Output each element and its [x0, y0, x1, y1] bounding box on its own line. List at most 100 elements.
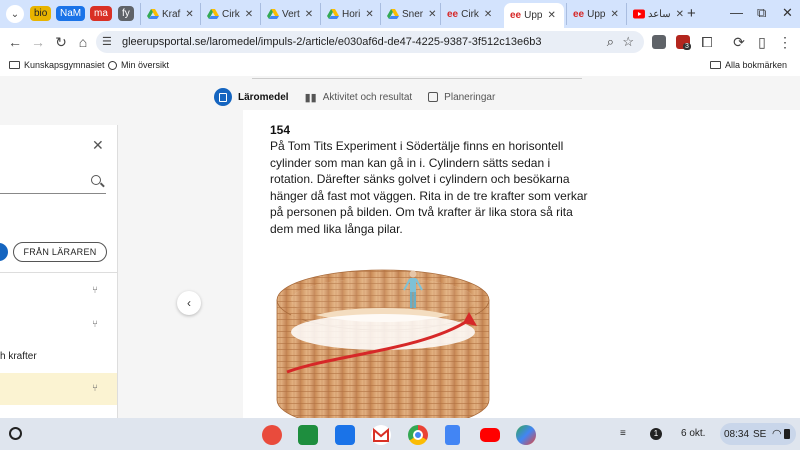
date-label[interactable]: 6 okt.	[681, 428, 705, 439]
side-panel-icon[interactable]: ▯	[754, 34, 770, 51]
tab-group-fy[interactable]: fy	[118, 6, 134, 21]
tab-upp[interactable]: ee Upp ✕	[566, 3, 626, 25]
bookmark-min-oversikt[interactable]: Min översikt	[108, 60, 169, 70]
rotating-cylinder-illustration	[276, 269, 490, 418]
tab-group-bio[interactable]: bio	[30, 6, 52, 21]
close-icon[interactable]: ✕	[428, 9, 436, 20]
tab-vert[interactable]: Vert ✕	[260, 3, 320, 25]
address-bar[interactable]: ☰ gleerupsportal.se/laromedel/impuls-2/a…	[96, 31, 644, 53]
bookmark-label: Alla bokmärken	[725, 60, 788, 70]
close-window-icon[interactable]: ✕	[782, 5, 793, 21]
bookmark-kunskapsgymnasiet[interactable]: Kunskapsgymnasiet	[9, 60, 105, 70]
from-teacher-chip[interactable]: FRÅN LÄRAREN	[13, 242, 107, 262]
tab-title: Sner	[402, 8, 424, 20]
branch-icon[interactable]: ⑂	[92, 285, 98, 296]
gmail-icon[interactable]	[371, 425, 391, 445]
drive-icon	[267, 9, 279, 19]
new-tab-button[interactable]: +	[687, 5, 696, 22]
divider	[252, 78, 582, 79]
close-icon[interactable]: ✕	[484, 9, 492, 20]
tab-aktivitet[interactable]: ▮▮ Aktivitet och resultat	[305, 91, 413, 104]
extension-icon[interactable]	[652, 35, 666, 49]
close-icon[interactable]: ✕	[676, 9, 684, 20]
gleerups-icon: ee	[573, 8, 585, 20]
filter-toggle[interactable]	[0, 243, 8, 261]
launcher-icon[interactable]	[9, 427, 22, 440]
branch-icon[interactable]: ⑂	[92, 383, 98, 394]
chrome-icon[interactable]	[408, 425, 428, 445]
tab-strip: ⌄ bio NaM ma fy Kraf ✕ Cirk ✕ Vert ✕ Hori ✕ …	[0, 0, 800, 28]
close-icon[interactable]: ✕	[610, 9, 618, 20]
url-text[interactable]: gleerupsportal.se/laromedel/impuls-2/art…	[122, 36, 542, 48]
notification-count[interactable]: 1	[650, 428, 662, 440]
tab-label: Aktivitet och resultat	[322, 91, 413, 103]
tab-cirk-gleerups[interactable]: ee Cirk ✕	[440, 3, 502, 25]
page-content: Läromedel ▮▮ Aktivitet och resultat Plan…	[0, 76, 800, 418]
tab-label: Planeringar	[444, 91, 496, 103]
close-icon[interactable]: ✕	[92, 137, 104, 154]
gleerups-icon: ee	[447, 8, 459, 20]
tab-label: Läromedel	[238, 91, 289, 103]
bookmark-star-icon[interactable]: ☆	[622, 34, 634, 50]
classroom-icon[interactable]	[298, 425, 318, 445]
tab-title: Cirk	[222, 8, 240, 20]
branch-icon[interactable]: ⑂	[92, 319, 98, 330]
zoom-icon[interactable]: ⌕	[607, 34, 614, 50]
tab-laromedel[interactable]: Läromedel	[214, 88, 289, 106]
system-tray[interactable]: 08:34 SE ◠	[720, 423, 796, 445]
search-field[interactable]	[0, 169, 106, 193]
back-icon[interactable]: ←	[7, 34, 23, 50]
tab-cirk[interactable]: Cirk ✕	[200, 3, 260, 25]
tab-sner[interactable]: Sner ✕	[380, 3, 440, 25]
tab-search-icon[interactable]: ⌄	[6, 5, 24, 23]
close-icon[interactable]: ✕	[547, 10, 555, 21]
collapse-panel-button[interactable]: ‹	[177, 291, 201, 315]
all-bookmarks[interactable]: Alla bokmärken	[710, 60, 787, 70]
clipboard-icon[interactable]: ≡	[620, 428, 626, 439]
bar-chart-icon: ▮▮	[304, 91, 317, 104]
docs-icon[interactable]	[445, 425, 460, 445]
bookmark-label: Min översikt	[121, 60, 170, 70]
tab-kraf[interactable]: Kraf ✕	[140, 3, 200, 25]
tab-title: Vert	[282, 8, 300, 20]
home-icon[interactable]: ⌂	[75, 34, 91, 50]
extensions-puzzle-icon[interactable]: ⧠	[699, 34, 715, 51]
files-icon[interactable]	[335, 425, 355, 445]
youtube-icon[interactable]	[480, 428, 500, 442]
drive-icon	[387, 9, 399, 19]
tab-youtube[interactable]: ساعد ✕	[626, 3, 684, 25]
maximize-icon[interactable]: ⧉	[757, 5, 766, 21]
close-icon[interactable]: ✕	[245, 9, 253, 20]
drive-icon	[327, 9, 339, 19]
close-icon[interactable]: ✕	[185, 9, 193, 20]
sync-icon[interactable]: ⟳	[731, 34, 747, 51]
battery-icon	[784, 429, 790, 439]
play-store-icon[interactable]	[516, 425, 536, 445]
reload-icon[interactable]: ↻	[53, 34, 69, 51]
close-icon[interactable]: ✕	[305, 9, 313, 20]
tab-group-nam[interactable]: NaM	[56, 6, 86, 21]
section-label[interactable]: h krafter	[0, 351, 37, 362]
forward-icon[interactable]: →	[30, 34, 46, 50]
locale-label: SE	[753, 429, 767, 440]
menu-icon[interactable]: ⋮	[777, 34, 793, 51]
os-shelf: ≡ 1 6 okt. 08:34 SE ◠	[0, 418, 800, 450]
tab-upp-active[interactable]: ee Upp ✕	[504, 3, 564, 28]
tab-group-ma[interactable]: ma	[90, 6, 112, 21]
search-icon[interactable]	[91, 175, 101, 185]
question-number: 154	[270, 123, 291, 137]
site-info-icon[interactable]: ☰	[102, 35, 112, 48]
calendar-icon	[428, 92, 439, 102]
close-icon[interactable]: ✕	[365, 9, 373, 20]
wifi-icon: ◠	[772, 428, 782, 440]
tab-title: Upp	[587, 8, 606, 20]
tab-title: ساعد	[647, 8, 671, 20]
minimize-icon[interactable]: —	[730, 5, 743, 20]
tab-planeringar[interactable]: Planeringar	[428, 92, 495, 103]
list-item-highlighted[interactable]	[0, 373, 117, 405]
search-underline	[0, 193, 106, 194]
canvas-app-icon[interactable]	[262, 425, 282, 445]
bookmark-label: Kunskapsgymnasiet	[24, 60, 105, 70]
chevron-left-icon: ‹	[187, 296, 191, 310]
tab-hori[interactable]: Hori ✕	[320, 3, 380, 25]
